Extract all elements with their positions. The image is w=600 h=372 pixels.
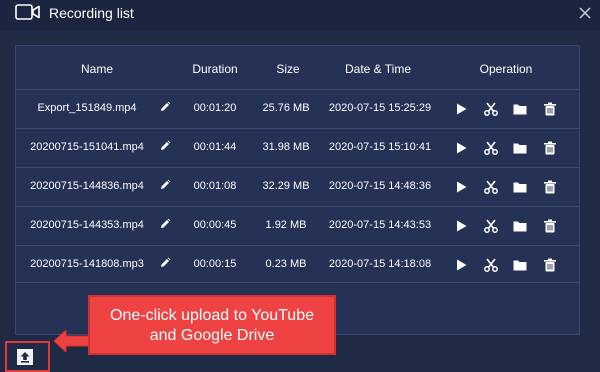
file-name: 20200715-144353.mp4 xyxy=(30,219,144,231)
duration-value: 00:01:20 xyxy=(193,102,237,114)
file-name: 20200715-141808.mp3 xyxy=(30,258,144,270)
folder-icon[interactable] xyxy=(512,179,528,195)
play-icon[interactable] xyxy=(453,257,469,273)
trash-icon[interactable] xyxy=(542,101,558,117)
play-icon[interactable] xyxy=(453,140,469,156)
trash-icon[interactable] xyxy=(542,218,558,234)
table-row: 20200715-144353.mp4 00:00:45 1.92 MB 2020-0… xyxy=(16,206,579,244)
table-row: 20200715-144836.mp4 00:01:08 32.29 MB 2020-… xyxy=(16,167,579,205)
size-value: 31.98 MB xyxy=(262,141,310,153)
size-value: 32.29 MB xyxy=(262,180,310,192)
column-header-duration: Duration xyxy=(192,62,238,76)
scissors-icon[interactable] xyxy=(483,101,499,117)
size-value: 1.92 MB xyxy=(265,219,307,231)
callout-arrow xyxy=(53,330,91,352)
file-name: 20200715-144836.mp4 xyxy=(30,180,144,192)
edit-icon[interactable] xyxy=(159,140,171,152)
edit-icon[interactable] xyxy=(159,257,171,269)
play-icon[interactable] xyxy=(453,218,469,234)
duration-value: 00:01:44 xyxy=(193,141,237,153)
duration-value: 00:01:08 xyxy=(193,180,237,192)
upload-callout: One-click upload to YouTube and Google D… xyxy=(88,295,336,355)
edit-icon[interactable] xyxy=(159,101,171,113)
video-camera-icon xyxy=(15,4,40,20)
close-icon[interactable] xyxy=(578,6,592,20)
table-row: 20200715-141808.mp3 00:00:15 0.23 MB 2020-0… xyxy=(16,245,579,283)
size-value: 25.76 MB xyxy=(262,102,310,114)
duration-value: 00:00:45 xyxy=(193,219,237,231)
play-icon[interactable] xyxy=(453,179,469,195)
trash-icon[interactable] xyxy=(542,179,558,195)
duration-value: 00:00:15 xyxy=(193,258,237,270)
callout-line-1: One-click upload to YouTube xyxy=(110,307,314,324)
column-header-operation: Operation xyxy=(479,62,533,76)
size-value: 0.23 MB xyxy=(265,258,307,270)
edit-icon[interactable] xyxy=(159,218,171,230)
column-header-date-time: Date & Time xyxy=(344,62,412,76)
edit-icon[interactable] xyxy=(159,179,171,191)
scissors-icon[interactable] xyxy=(483,179,499,195)
date-time-value: 2020-07-15 14:43:53 xyxy=(328,219,432,231)
date-time-value: 2020-07-15 14:48:36 xyxy=(328,180,432,192)
column-header-size: Size xyxy=(276,62,300,76)
callout-line-2: and Google Drive xyxy=(149,327,275,344)
table-row: Export_151849.mp4 00:01:20 25.76 MB 2020-07… xyxy=(16,89,579,127)
folder-icon[interactable] xyxy=(512,257,528,273)
title-bar: Recording list xyxy=(0,0,600,30)
date-time-value: 2020-07-15 15:10:41 xyxy=(328,141,432,153)
upload-icon[interactable] xyxy=(17,349,33,365)
folder-icon[interactable] xyxy=(512,140,528,156)
date-time-value: 2020-07-15 14:18:08 xyxy=(328,258,432,270)
table-row: 20200715-151041.mp4 00:01:44 31.98 MB 2020-… xyxy=(16,128,579,166)
scissors-icon[interactable] xyxy=(483,257,499,273)
date-time-value: 2020-07-15 15:25:29 xyxy=(328,102,432,114)
column-header-name: Name xyxy=(80,62,113,76)
folder-icon[interactable] xyxy=(512,218,528,234)
trash-icon[interactable] xyxy=(542,257,558,273)
file-name: Export_151849.mp4 xyxy=(37,102,137,114)
file-name: 20200715-151041.mp4 xyxy=(30,141,144,153)
trash-icon[interactable] xyxy=(542,140,558,156)
play-icon[interactable] xyxy=(453,101,469,117)
folder-icon[interactable] xyxy=(512,101,528,117)
scissors-icon[interactable] xyxy=(483,140,499,156)
scissors-icon[interactable] xyxy=(483,218,499,234)
window-title: Recording list xyxy=(49,5,134,21)
